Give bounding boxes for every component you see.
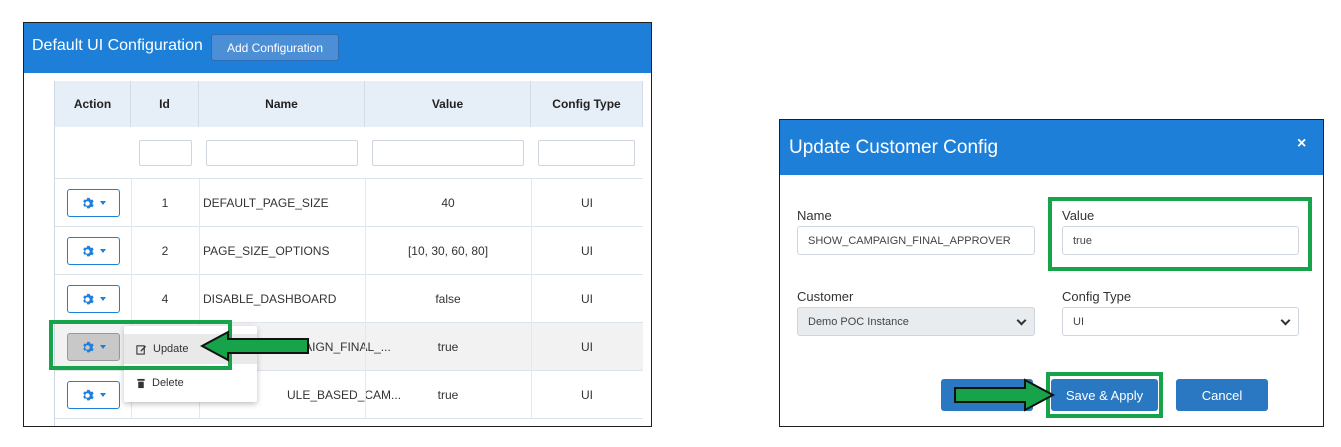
row-actions-button[interactable] [67, 285, 120, 313]
config-grid-panel: Default UI Configuration Add Configurati… [23, 22, 652, 427]
table-row: 4 DISABLE_DASHBOARD false UI [55, 275, 643, 323]
row-value: [10, 30, 60, 80] [407, 244, 489, 258]
row-config-type: UI [581, 196, 593, 210]
caret-down-icon [100, 249, 106, 253]
caret-down-icon [100, 297, 106, 301]
value-filter-input[interactable] [372, 140, 524, 166]
row-value: true [437, 388, 459, 402]
row-actions-button[interactable] [67, 189, 120, 217]
highlight-box [1046, 372, 1163, 418]
name-filter-input[interactable] [206, 140, 358, 166]
gear-icon [83, 245, 94, 256]
column-header-value[interactable]: Value [365, 81, 531, 127]
highlight-box [1048, 197, 1312, 271]
trash-icon [137, 378, 145, 388]
table-row: 2 PAGE_SIZE_OPTIONS [10, 30, 60, 80] UI [55, 227, 643, 275]
panel-title: Default UI Configuration [32, 37, 203, 54]
delete-label: Delete [152, 377, 184, 389]
chevron-down-icon [1016, 315, 1027, 326]
dialog-header: Update Customer Config × [780, 120, 1323, 175]
table-row: 1 DEFAULT_PAGE_SIZE 40 UI [55, 179, 643, 227]
id-filter-input[interactable] [139, 140, 192, 166]
arrow-right-icon [954, 378, 1056, 412]
column-header-name[interactable]: Name [199, 81, 365, 127]
add-configuration-button[interactable]: Add Configuration [211, 34, 339, 61]
row-actions-button[interactable] [67, 381, 120, 409]
row-id: 1 [161, 196, 169, 210]
row-name: DISABLE_DASHBOARD [203, 292, 337, 306]
row-config-type: UI [581, 292, 593, 306]
customer-selected-value: Demo POC Instance [808, 315, 909, 328]
row-id: 4 [161, 292, 169, 306]
row-config-type: UI [581, 244, 593, 258]
caret-down-icon [100, 393, 106, 397]
config-type-selected-value: UI [1073, 315, 1084, 328]
gear-icon [83, 389, 94, 400]
close-icon[interactable]: × [1297, 135, 1306, 153]
row-value: true [437, 340, 459, 354]
arrow-left-icon [200, 330, 309, 362]
config-type-select[interactable]: UI [1062, 307, 1299, 336]
row-value: false [435, 292, 461, 306]
filter-row [55, 127, 643, 179]
customer-select[interactable]: Demo POC Instance [797, 307, 1035, 336]
row-actions-button[interactable] [67, 237, 120, 265]
row-name: DEFAULT_PAGE_SIZE [203, 196, 329, 210]
gear-icon [83, 197, 94, 208]
row-value: 40 [441, 196, 455, 210]
row-config-type: UI [581, 340, 593, 354]
column-header-config-type[interactable]: Config Type [531, 81, 643, 127]
name-label: Name [797, 208, 832, 223]
update-config-dialog: Update Customer Config × Name SHOW_CAMPA… [779, 119, 1324, 427]
column-header-id[interactable]: Id [131, 81, 199, 127]
row-id: 2 [161, 244, 169, 258]
cancel-button[interactable]: Cancel [1176, 379, 1268, 411]
name-field[interactable]: SHOW_CAMPAIGN_FINAL_APPROVER [797, 226, 1035, 255]
chevron-down-icon [1280, 315, 1291, 326]
column-header-action[interactable]: Action [55, 81, 131, 127]
caret-down-icon [100, 201, 106, 205]
row-name: PAGE_SIZE_OPTIONS [203, 244, 330, 258]
row-name: ULE_BASED_CAM... [287, 388, 402, 402]
config-type-label: Config Type [1062, 289, 1132, 304]
customer-label: Customer [797, 289, 854, 304]
row-config-type: UI [581, 388, 593, 402]
dialog-title: Update Customer Config [789, 137, 999, 158]
delete-menu-item[interactable]: Delete [124, 368, 257, 398]
panel-header: Default UI Configuration Add Configurati… [24, 23, 651, 73]
gear-icon [83, 293, 94, 304]
config-type-filter-input[interactable] [538, 140, 635, 166]
